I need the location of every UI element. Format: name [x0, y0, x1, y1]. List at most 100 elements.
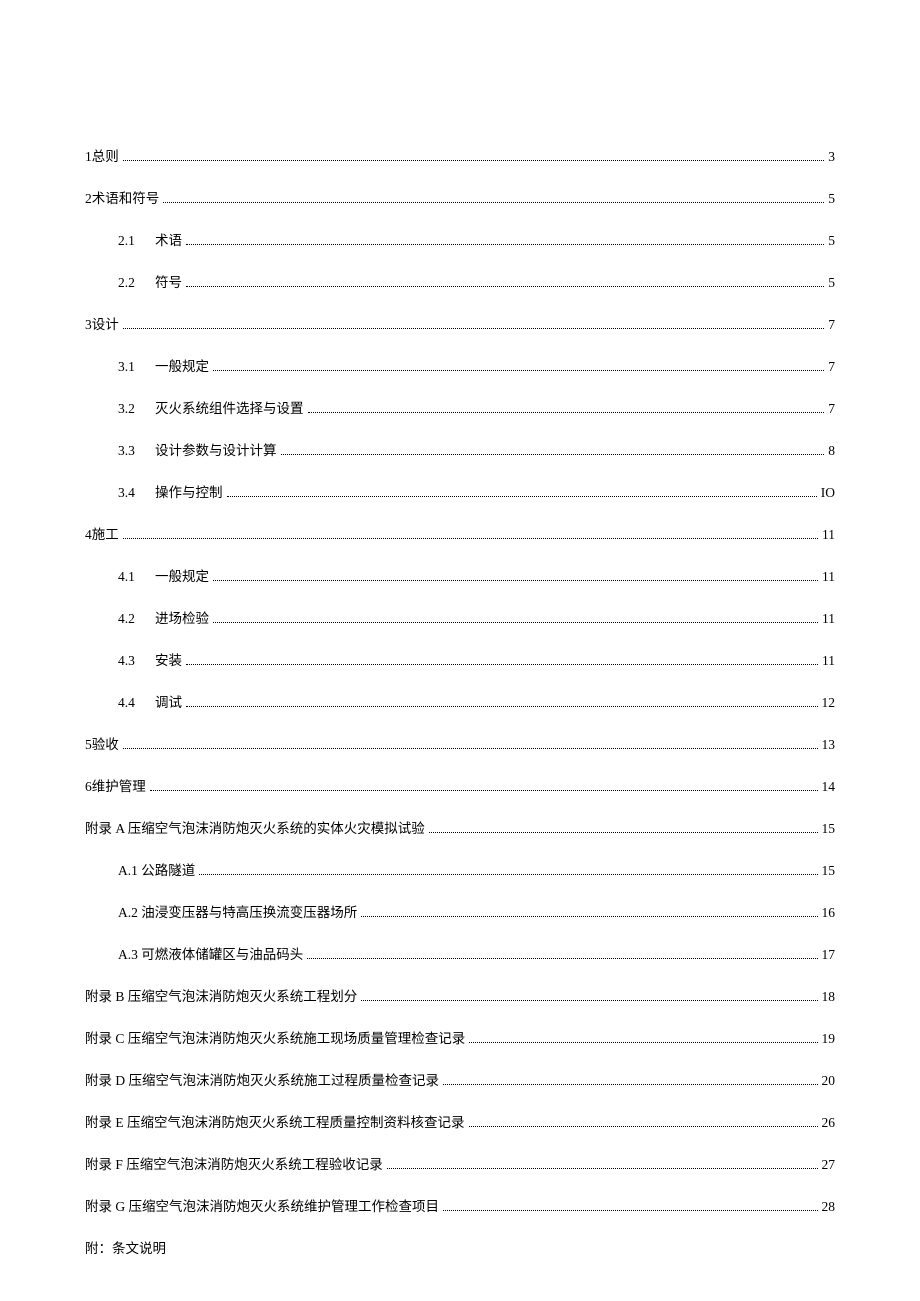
- toc-dot-leader: [123, 538, 818, 539]
- toc-entry-number: 2.2: [118, 275, 155, 291]
- toc-entry: 附录 D 压缩空气泡沫消防炮灭火系统施工过程质量检查记录 20: [85, 1069, 835, 1089]
- toc-dot-leader: [308, 412, 825, 413]
- toc-entry: A.3 可燃液体储罐区与油品码头 17: [85, 943, 835, 963]
- toc-entry: 附录 B 压缩空气泡沫消防炮灭火系统工程划分 18: [85, 985, 835, 1005]
- toc-dot-leader: [387, 1168, 818, 1169]
- toc-entry-label: 维护管理: [92, 775, 146, 795]
- toc-entry-label: A.3 可燃液体储罐区与油品码头: [118, 943, 303, 963]
- toc-entry-number: 3.2: [118, 401, 155, 417]
- toc-entry-label: 验收: [92, 733, 119, 753]
- toc-dot-leader: [186, 664, 818, 665]
- toc-dot-leader: [123, 328, 825, 329]
- toc-entry-label: 进场检验: [155, 607, 209, 627]
- toc-entry-page: 17: [822, 947, 836, 963]
- toc-dot-leader: [213, 580, 818, 581]
- toc-entry-label: 设计: [92, 313, 119, 333]
- toc-entry-number: 4.3: [118, 653, 155, 669]
- toc-entry-label: 术语和符号: [92, 187, 160, 207]
- toc-entry-page: 7: [828, 317, 835, 333]
- toc-entry-page: 26: [822, 1115, 836, 1131]
- toc-dot-leader: [213, 370, 824, 371]
- toc-dot-leader: [186, 706, 818, 707]
- toc-entry-label: 施工: [92, 523, 119, 543]
- toc-entry-page: 28: [822, 1199, 836, 1215]
- toc-entry: 附录 E 压缩空气泡沫消防炮灭火系统工程质量控制资料核查记录26: [85, 1111, 835, 1131]
- toc-dot-leader: [281, 454, 825, 455]
- toc-entry: 5 验收 13: [85, 733, 835, 753]
- toc-entry-label: 操作与控制: [155, 481, 223, 501]
- toc-entry: 3.3 设计参数与设计计算 8: [85, 439, 835, 459]
- toc-dot-leader: [429, 832, 818, 833]
- toc-entry: 3.2 灭火系统组件选择与设置7: [85, 397, 835, 417]
- toc-entry: 4.3 安装 11: [85, 649, 835, 669]
- toc-dot-leader: [213, 622, 818, 623]
- toc-entry: 2 术语和符号5: [85, 187, 835, 207]
- toc-entry-number: 4: [85, 527, 92, 543]
- toc-dot-leader: [163, 202, 824, 203]
- toc-dot-leader: [186, 286, 824, 287]
- toc-entry-number: 1: [85, 149, 92, 165]
- toc-dot-leader: [469, 1126, 818, 1127]
- toc-entry-label: 附录 C 压缩空气泡沫消防炮灭火系统施工现场质量管理检查记录: [85, 1027, 465, 1047]
- toc-entry-label: 总则: [92, 145, 119, 165]
- toc-entry-label: 安装: [155, 649, 182, 669]
- toc-entry-page: 15: [822, 821, 836, 837]
- toc-entry: 3 设计 7: [85, 313, 835, 333]
- toc-entry-number: 2: [85, 191, 92, 207]
- toc-entry-page: 7: [828, 401, 835, 417]
- toc-entry-page: 18: [822, 989, 836, 1005]
- toc-entry-number: 3.4: [118, 485, 155, 501]
- toc-entry: 2.1 术语 5: [85, 229, 835, 249]
- toc-entry-page: 13: [822, 737, 836, 753]
- toc-entry-page: 5: [828, 233, 835, 249]
- table-of-contents: 1 总则32 术语和符号52.1 术语52.2 符号53 设计73.1 一般规定…: [85, 145, 835, 1215]
- toc-entry: 4.2 进场检验 11: [85, 607, 835, 627]
- toc-entry-number: 4.1: [118, 569, 155, 585]
- toc-entry-label: A.2 油浸变压器与特高压换流变压器场所: [118, 901, 357, 921]
- toc-entry: 6 维护管理 14: [85, 775, 835, 795]
- toc-entry-number: 5: [85, 737, 92, 753]
- toc-entry-page: 19: [822, 1031, 836, 1047]
- toc-entry-number: 6: [85, 779, 92, 795]
- toc-entry: 3.4 操作与控制IO: [85, 481, 835, 501]
- toc-entry: 1 总则 3: [85, 145, 835, 165]
- toc-entry: 4.1 一般规定11: [85, 565, 835, 585]
- toc-entry-label: 调试: [155, 691, 182, 711]
- toc-entry-label: 设计参数与设计计算: [155, 439, 277, 459]
- toc-entry-label: 符号: [155, 271, 182, 291]
- toc-dot-leader: [307, 958, 817, 959]
- toc-entry-number: 4.4: [118, 695, 155, 711]
- toc-dot-leader: [123, 160, 825, 161]
- toc-entry: 4 施工 11: [85, 523, 835, 543]
- toc-entry-page: 16: [822, 905, 836, 921]
- toc-entry-page: 20: [822, 1073, 836, 1089]
- toc-entry-page: 11: [822, 653, 835, 669]
- toc-dot-leader: [443, 1210, 818, 1211]
- toc-entry-page: 11: [822, 527, 835, 543]
- toc-entry-label: 一般规定: [155, 355, 209, 375]
- toc-entry-number: 2.1: [118, 233, 155, 249]
- toc-entry-page: 5: [828, 275, 835, 291]
- toc-footer-line: 附：条文说明: [85, 1237, 835, 1257]
- toc-entry-number: 3: [85, 317, 92, 333]
- toc-entry-page: 11: [822, 569, 835, 585]
- toc-dot-leader: [469, 1042, 817, 1043]
- toc-entry-page: 8: [828, 443, 835, 459]
- toc-entry-page: 11: [822, 611, 835, 627]
- toc-entry-label: 附录 F 压缩空气泡沫消防炮灭火系统工程验收记录: [85, 1153, 383, 1173]
- toc-dot-leader: [199, 874, 817, 875]
- toc-entry-page: 14: [822, 779, 836, 795]
- toc-entry-label: 附录 B 压缩空气泡沫消防炮灭火系统工程划分: [85, 985, 357, 1005]
- toc-entry-number: 3.3: [118, 443, 155, 459]
- toc-entry-number: 4.2: [118, 611, 155, 627]
- toc-entry-page: 12: [822, 695, 836, 711]
- toc-entry: 附录 G 压缩空气泡沫消防炮灭火系统维护管理工作检查项目28: [85, 1195, 835, 1215]
- toc-entry-label: 附录 D 压缩空气泡沫消防炮灭火系统施工过程质量检查记录: [85, 1069, 439, 1089]
- toc-dot-leader: [361, 1000, 817, 1001]
- toc-dot-leader: [186, 244, 824, 245]
- toc-entry-number: 3.1: [118, 359, 155, 375]
- toc-entry-page: 3: [828, 149, 835, 165]
- toc-entry-label: 术语: [155, 229, 182, 249]
- toc-entry: 2.2 符号 5: [85, 271, 835, 291]
- toc-entry: A.1 公路隧道15: [85, 859, 835, 879]
